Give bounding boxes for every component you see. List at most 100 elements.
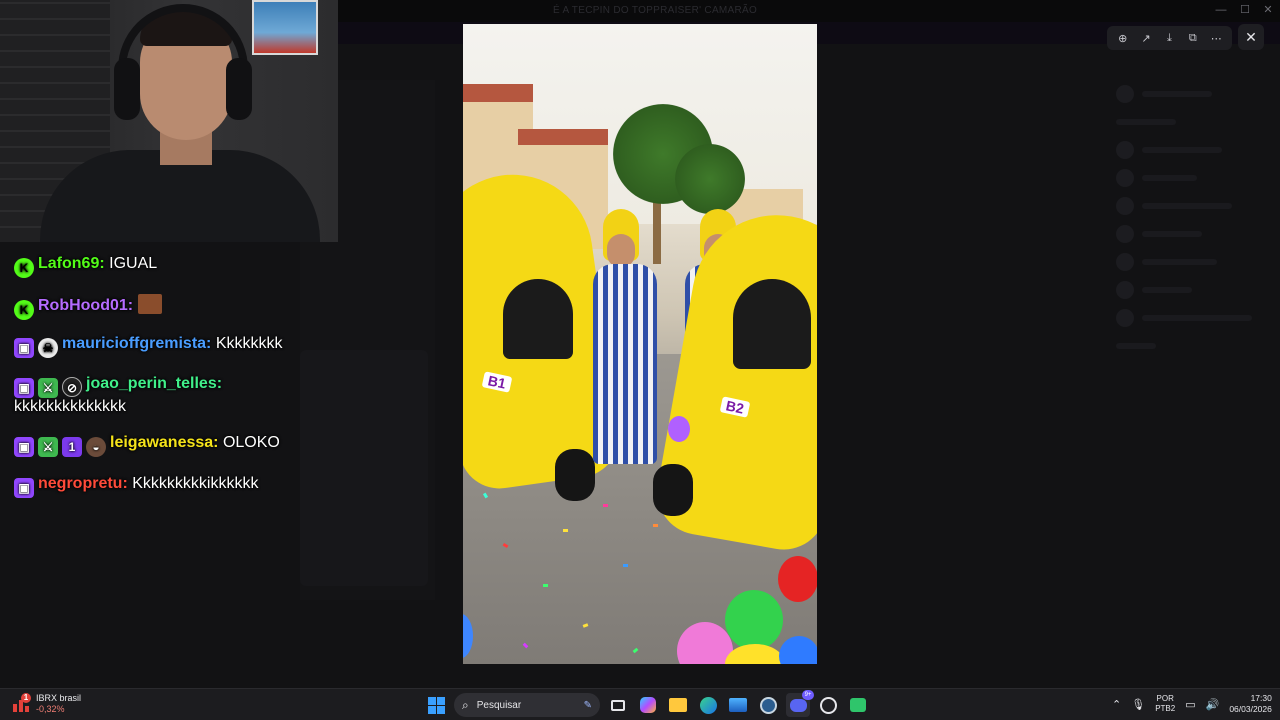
maximize-button[interactable]: ☐ <box>1238 3 1252 17</box>
balloon <box>779 636 817 664</box>
stock-widget[interactable]: 1 IBRX brasil -0,32% <box>12 693 81 715</box>
viewer-toolbar: ⊕ ↗ ⤓ ⧉ ⋯ <box>1107 26 1232 50</box>
car-window <box>733 279 811 369</box>
twitch-icon: ▣ <box>14 478 34 498</box>
system-tray: ⌃ 🎙 POR PTB2 ▭ 🔊 17:30 06/03/2026 <box>1112 693 1272 715</box>
clock-date: 06/03/2026 <box>1229 704 1272 714</box>
discord-icon[interactable]: 9+ <box>786 690 814 717</box>
car-wheel <box>555 449 595 501</box>
balloon <box>668 416 690 442</box>
photos-app-icon[interactable] <box>726 693 750 717</box>
confetti <box>623 564 628 567</box>
photo-roof <box>463 84 533 102</box>
minimize-button[interactable]: — <box>1214 3 1228 17</box>
taskbar-search[interactable]: ⌕ Pesquisar ✎ <box>454 693 600 717</box>
obs-icon[interactable] <box>816 693 840 717</box>
person-head <box>607 234 635 268</box>
chat-text: IGUAL <box>109 255 158 272</box>
chat-username: negropretu: <box>38 475 128 492</box>
more-icon[interactable]: ⋯ <box>1207 32 1225 45</box>
search-placeholder: Pesquisar <box>476 699 522 711</box>
twitch-icon: ▣ <box>14 338 34 358</box>
desktop-screen: É A TECPIN DO TOPPRAISER' CAMARÃO — ☐ ✕ <box>0 0 1280 720</box>
stock-change: -0,32% <box>36 704 65 714</box>
chat-username: joao_perin_telles: <box>86 375 223 392</box>
search-highlight-icon: ✎ <box>583 699 592 711</box>
window-close-button[interactable]: ✕ <box>1261 3 1275 17</box>
chat-text: Kkkkkkkkkikkkkkk <box>132 475 259 492</box>
zoom-in-icon[interactable]: ⊕ <box>1114 32 1132 45</box>
copilot-icon[interactable] <box>636 693 660 717</box>
app-green-icon[interactable] <box>846 693 870 717</box>
chat-text: kkkkkkkkkkkkkk <box>14 398 126 415</box>
file-explorer-icon[interactable] <box>666 693 690 717</box>
windows-logo-icon <box>427 696 445 714</box>
confetti <box>543 584 548 587</box>
chat-message-continuation: kkkkkkkkkkkkkk <box>14 397 126 417</box>
microphone-icon[interactable]: 🎙 <box>1131 698 1145 711</box>
keyboard-layout: PTB2 <box>1155 704 1176 713</box>
window-title: É A TECPIN DO TOPPRAISER' CAMARÃO <box>553 5 758 16</box>
search-icon: ⌕ <box>462 697 469 712</box>
confetti <box>603 504 608 507</box>
share-icon[interactable]: ↗ <box>1137 32 1155 45</box>
twitch-icon: ▣ <box>14 378 34 398</box>
twitch-icon: ▣ <box>14 437 34 457</box>
chat-message: ▣ ⚔ 1 ◒ leigawanessa: OLOKO <box>14 433 280 457</box>
background-image-card <box>300 350 428 586</box>
balloon <box>778 556 817 602</box>
first-icon: 1 <box>62 437 82 457</box>
clock-time: 17:30 <box>1250 693 1272 703</box>
network-icon[interactable]: ▭ <box>1185 698 1195 711</box>
chat-text: OLOKO <box>222 434 280 451</box>
webcam-feed <box>0 0 338 242</box>
edge-browser-icon[interactable] <box>696 693 720 717</box>
headphone-left-cup <box>114 58 140 120</box>
viewer-close-button[interactable]: ✕ <box>1238 24 1264 50</box>
confetti <box>653 524 658 527</box>
chat-text: Kkkkkkkk <box>215 335 283 352</box>
chat-message: ▣ negropretu: Kkkkkkkkkikkkkkk <box>14 474 258 498</box>
clock[interactable]: 17:30 06/03/2026 <box>1229 693 1272 715</box>
steam-icon[interactable] <box>756 693 780 717</box>
download-icon[interactable]: ⤓ <box>1160 32 1178 45</box>
language-code: POR <box>1156 694 1174 703</box>
volume-icon[interactable]: 🔊 <box>1206 698 1220 711</box>
open-external-icon[interactable]: ⧉ <box>1184 32 1202 45</box>
chat-message: ▣ ☠ mauricioffgremista: Kkkkkkkk <box>14 334 283 358</box>
confetti <box>563 529 568 532</box>
photo-roof <box>518 129 608 145</box>
discord-notification-badge: 9+ <box>802 690 814 700</box>
bowl-icon: ◒ <box>86 437 106 457</box>
headphone-right-cup <box>226 58 252 120</box>
task-view-icon[interactable] <box>606 693 630 717</box>
windows-start-button[interactable] <box>424 693 448 717</box>
chat-message: K Lafon69: IGUAL <box>14 254 157 278</box>
chevron-up-icon[interactable]: ⌃ <box>1112 698 1121 711</box>
car-wheel <box>653 464 693 516</box>
kick-icon: K <box>14 258 34 278</box>
taskbar-apps: ⌕ Pesquisar ✎ 9+ <box>424 690 870 717</box>
skull-icon: ☠ <box>38 338 58 358</box>
chat-username: Lafon69: <box>38 255 105 272</box>
chat-message: K RobHood01: <box>14 294 166 320</box>
chat-message: ▣ ⚔ ⊘ joao_perin_telles: <box>14 374 222 398</box>
stock-chart-icon: 1 <box>12 693 31 713</box>
person-in-striped-pajamas <box>593 264 657 464</box>
taskbar: 1 IBRX brasil -0,32% ⌕ Pesquisar ✎ 9+ ⌃ … <box>0 688 1280 720</box>
car-window <box>503 279 573 359</box>
balloon <box>725 590 783 650</box>
eye-slash-icon: ⊘ <box>62 377 82 397</box>
kick-icon: K <box>14 300 34 320</box>
chat-username: mauricioffgremista: <box>62 335 212 352</box>
superman-poster <box>252 0 318 55</box>
sword-icon: ⚔ <box>38 378 58 398</box>
palm-leaves <box>675 144 745 214</box>
emote-icon <box>137 294 162 314</box>
viewer-image[interactable]: B1 B2 <box>463 24 817 664</box>
background-member-list <box>1110 80 1280 440</box>
stock-alert-badge: 1 <box>21 693 31 703</box>
language-indicator[interactable]: POR PTB2 <box>1155 694 1175 714</box>
chat-username: RobHood01: <box>38 297 134 314</box>
sword-icon: ⚔ <box>38 437 58 457</box>
